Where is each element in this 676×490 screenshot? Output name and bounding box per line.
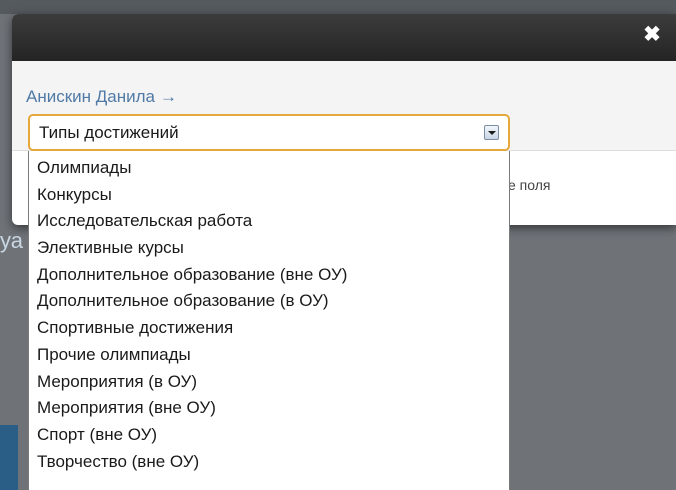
footer-text-fragment: е поля [508, 177, 551, 193]
option-additional-education-outside[interactable]: Дополнительное образование (вне ОУ) [29, 262, 509, 289]
background-text-fragment: уа [0, 228, 23, 253]
chevron-down-icon[interactable] [484, 125, 499, 140]
option-events-inside[interactable]: Мероприятия (в ОУ) [29, 369, 509, 396]
option-research[interactable]: Исследовательская работа [29, 208, 509, 235]
option-sport-outside[interactable]: Спорт (вне ОУ) [29, 422, 509, 449]
arrow-right-icon: → [160, 87, 177, 106]
option-sport-achievements[interactable]: Спортивные достижения [29, 315, 509, 342]
achievement-type-select[interactable]: Типы достижений [28, 114, 510, 151]
modal-header: ✖ [12, 14, 676, 61]
option-additional-education-inside[interactable]: Дополнительное образование (в ОУ) [29, 288, 509, 315]
student-name-link[interactable]: Анискин Данила → [26, 87, 177, 107]
option-events-outside[interactable]: Мероприятия (вне ОУ) [29, 395, 509, 422]
student-name: Анискин Данила [26, 87, 155, 106]
option-contests[interactable]: Конкурсы [29, 182, 509, 209]
achievement-type-options: Олимпиады Конкурсы Исследовательская раб… [28, 151, 510, 490]
option-other-olympiads[interactable]: Прочие олимпиады [29, 342, 509, 369]
option-creativity-outside[interactable]: Творчество (вне ОУ) [29, 449, 509, 476]
background-top-strip [0, 0, 676, 14]
background-blue-block [0, 425, 18, 490]
option-olympiads[interactable]: Олимпиады [29, 155, 509, 182]
select-selected-value: Типы достижений [39, 123, 179, 142]
close-icon[interactable]: ✖ [642, 24, 662, 46]
option-electives[interactable]: Элективные курсы [29, 235, 509, 262]
